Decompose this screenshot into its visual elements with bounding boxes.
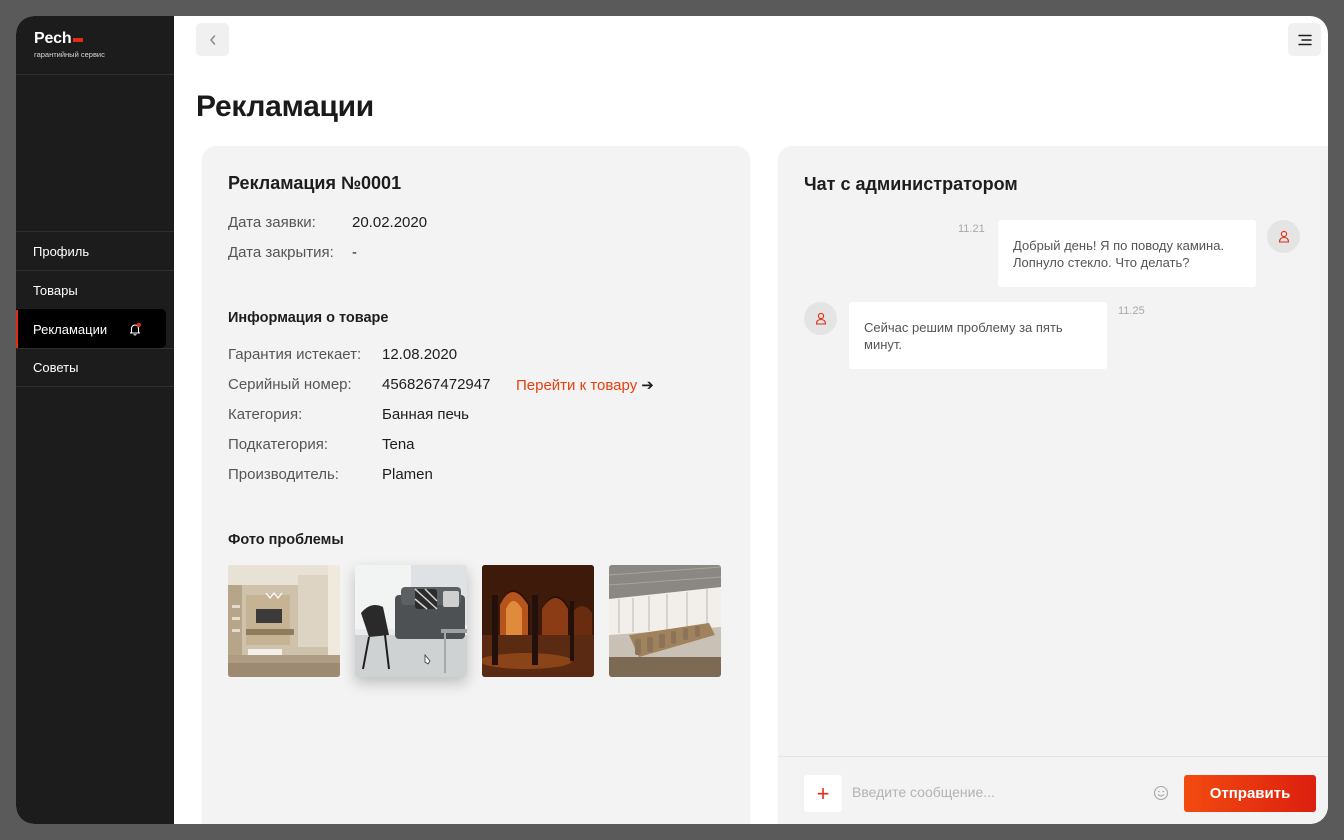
sidebar-item-claims[interactable]: Рекламации	[16, 309, 166, 348]
arched-hall-photo[interactable]	[482, 565, 594, 677]
avatar	[1267, 220, 1300, 253]
claim-title: Рекламация №0001	[228, 173, 402, 193]
plus-icon: +	[816, 780, 830, 806]
brand-logo[interactable]: Pech гарантийный сервис	[34, 30, 105, 59]
sidebar-item-products[interactable]: Товары	[16, 270, 174, 309]
claim-close-value: -	[352, 244, 357, 261]
serial-value: 4568267472947	[382, 376, 491, 393]
brand-tagline: гарантийный сервис	[34, 50, 105, 59]
conference-room-photo[interactable]	[609, 565, 721, 677]
message-text: Добрый день! Я по поводу камина. Лопнуло…	[1013, 238, 1225, 270]
claim-card: Рекламация №0001 Дата заявки: 20.02.2020…	[202, 146, 750, 824]
warranty-value: 12.08.2020	[382, 346, 458, 363]
goto-product-link[interactable]: Перейти к товару ➔	[516, 376, 654, 394]
smile-icon[interactable]	[1153, 785, 1169, 801]
photo-gallery	[228, 565, 721, 677]
category-value: Банная печь	[382, 406, 469, 423]
warranty-label: Гарантия истекает:	[228, 346, 362, 363]
sidebar-item-label: Рекламации	[33, 321, 108, 337]
message-input[interactable]	[852, 784, 1132, 800]
sidebar-item-label: Советы	[33, 360, 79, 375]
sidebar-item-profile[interactable]: Профиль	[16, 231, 174, 270]
manufacturer-row: Производитель: Plamen	[228, 466, 433, 483]
attach-button[interactable]: +	[804, 775, 842, 812]
photos-title: Фото проблемы	[228, 532, 344, 548]
manufacturer-label: Производитель:	[228, 466, 339, 483]
bell-icon	[129, 322, 141, 336]
chat-card: Чат с администратором 11.21 Добрый день!…	[778, 146, 1328, 824]
message-time: 11.21	[958, 223, 985, 235]
category-row: Категория: Банная печь	[228, 406, 469, 423]
claim-close-label: Дата закрытия:	[228, 244, 334, 261]
chevron-left-icon	[209, 34, 215, 45]
claim-date-row: Дата заявки: 20.02.2020	[228, 214, 427, 231]
warranty-row: Гарантия истекает: 12.08.2020	[228, 346, 457, 363]
user-icon	[815, 312, 826, 325]
claim-close-row: Дата закрытия: -	[228, 244, 357, 261]
goto-product-label: Перейти к товару	[516, 377, 638, 394]
product-info-title: Информация о товаре	[228, 310, 389, 326]
sidebar-nav: Профиль Товары Рекламации Советы	[16, 231, 174, 387]
menu-button[interactable]	[1288, 23, 1321, 56]
send-button-label: Отправить	[1209, 785, 1291, 802]
subcategory-value: Tena	[382, 436, 415, 453]
claim-date-label: Дата заявки:	[228, 214, 316, 231]
notification-dot	[136, 322, 141, 328]
chat-message: Добрый день! Я по поводу камина. Лопнуло…	[998, 220, 1256, 287]
message-time: 11.25	[1118, 305, 1145, 317]
arrow-right-icon: ➔	[641, 377, 654, 394]
living-room-photo[interactable]	[228, 565, 340, 677]
message-composer: + Отправить	[778, 756, 1328, 824]
brand-mark	[73, 38, 84, 42]
armchair-photo[interactable]	[355, 565, 467, 677]
page-title: Рекламации	[196, 90, 374, 123]
sidebar-item-label: Товары	[33, 282, 78, 298]
sidebar-item-label: Профиль	[33, 243, 90, 259]
message-text: Сейчас решим проблему за пять минут.	[864, 320, 1063, 352]
subcategory-row: Подкатегория: Tena	[228, 436, 415, 453]
user-icon	[1278, 230, 1289, 243]
sidebar-item-tips[interactable]: Советы	[16, 348, 174, 387]
divider	[16, 74, 174, 75]
send-button[interactable]: Отправить	[1184, 775, 1316, 812]
manufacturer-value: Plamen	[382, 466, 433, 483]
claim-date-value: 20.02.2020	[352, 214, 428, 231]
app-window: Pech гарантийный сервис Профиль Товары Р…	[16, 16, 1328, 824]
serial-row: Серийный номер: 4568267472947	[228, 376, 490, 393]
subcategory-label: Подкатегория:	[228, 436, 328, 453]
category-label: Категория:	[228, 406, 303, 423]
back-button[interactable]	[196, 23, 229, 56]
brand-name: Pech	[34, 30, 72, 47]
chat-message: Сейчас решим проблему за пять минут.	[849, 302, 1107, 369]
avatar	[804, 302, 837, 335]
menu-icon	[1297, 34, 1312, 45]
serial-label: Серийный номер:	[228, 376, 352, 393]
chat-title: Чат с администратором	[804, 174, 1018, 194]
sidebar: Pech гарантийный сервис Профиль Товары Р…	[16, 16, 174, 824]
